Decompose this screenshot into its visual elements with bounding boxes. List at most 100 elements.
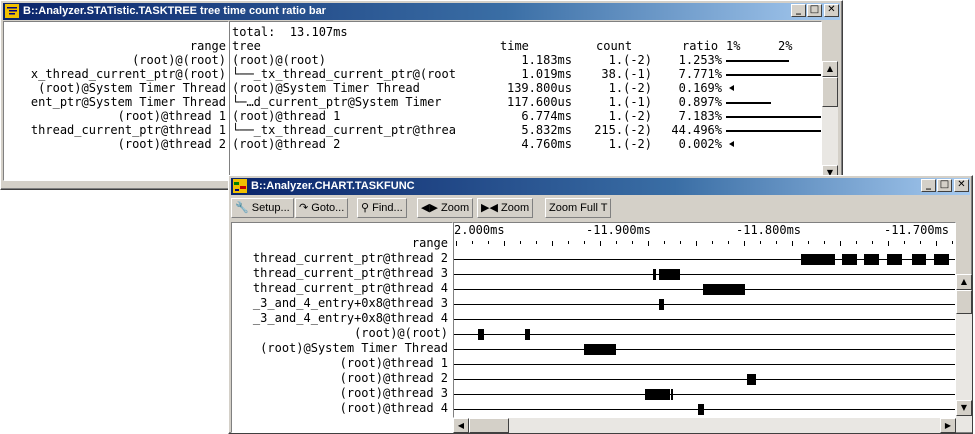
time-axis-tick (456, 241, 457, 246)
chart-segment[interactable] (524, 329, 531, 340)
stat-tree-cell[interactable]: └─…d_current_ptr@System Timer (232, 96, 442, 109)
time-axis-label: -11.800ms (736, 223, 802, 237)
chart-row-label[interactable]: thread_current_ptr@thread 3 (232, 267, 448, 280)
wrench-icon: 🔧 (235, 202, 249, 214)
maximize-button[interactable]: □ (937, 179, 952, 192)
chart-segment[interactable] (887, 254, 903, 265)
minimize-button[interactable]: _ (791, 4, 806, 17)
chart-segment[interactable] (584, 344, 616, 355)
stat-range-cell: (root)@System Timer Thread (38, 81, 226, 95)
stat-tree-cell[interactable]: (root)@thread 1 (232, 110, 340, 123)
scroll-left-button[interactable]: ◀ (453, 418, 469, 433)
stat-ratio-bar (726, 116, 821, 118)
chart-segment[interactable] (477, 329, 485, 340)
stat-ratio-bar (726, 74, 821, 76)
zoom-full-button[interactable]: Zoom Full T (545, 198, 612, 218)
minimize-button[interactable]: _ (921, 179, 936, 192)
stat-ratio-bar (726, 130, 821, 132)
zoom-in-button[interactable]: ◀▶ Zoom (417, 198, 474, 218)
time-axis-tick (760, 241, 761, 244)
chart-segment[interactable] (863, 254, 879, 265)
chart-row-label[interactable]: _3_and_4_entry+0x8@thread 3 (232, 297, 448, 310)
zoom-out-button[interactable]: ▶◀ Zoom (477, 198, 534, 218)
setup-button[interactable]: 🔧 Setup... (231, 198, 294, 218)
stat-ratio-cell: 0.169% (678, 81, 722, 95)
chart-segment[interactable] (653, 269, 657, 280)
stat-ratio-cell: 44.496% (671, 123, 722, 137)
chart-row-label[interactable]: thread_current_ptr@thread 2 (232, 252, 448, 265)
goto-arrow-icon: ↷ (299, 202, 309, 214)
hscroll-thumb[interactable] (469, 418, 509, 433)
goto-button[interactable]: ↷ Goto... (295, 198, 349, 218)
chart-segment[interactable] (912, 254, 926, 265)
chart-segment[interactable] (644, 389, 670, 400)
stat-vscrollbar[interactable]: ▲ ▼ (822, 61, 838, 181)
chart-segment[interactable] (658, 299, 665, 310)
stat-range-cell: x_thread_current_ptr@(root) (30, 67, 226, 81)
chart-toolbar: 🔧 Setup... ↷ Goto... ⚲ Find... ◀▶ Zoom ▶… (231, 198, 970, 218)
chart-segment[interactable] (934, 254, 950, 265)
time-axis-tick (728, 241, 729, 244)
time-axis-tick (520, 241, 521, 244)
close-button[interactable]: ✕ (824, 4, 839, 17)
find-button[interactable]: ⚲ Find... (357, 198, 407, 218)
scroll-up-button[interactable]: ▲ (956, 274, 972, 290)
chart-segment[interactable] (747, 374, 756, 385)
close-button[interactable]: ✕ (954, 179, 969, 192)
chart-segment[interactable] (697, 404, 705, 415)
window-app-icon (233, 179, 247, 193)
chart-row-label[interactable]: _3_and_4_entry+0x8@thread 4 (232, 312, 448, 325)
stat-header-ratio: ratio (682, 39, 719, 53)
chart-titlebar[interactable]: B::Analyzer.CHART.TASKFUNC _ □ ✕ (231, 178, 970, 195)
scroll-thumb[interactable] (822, 77, 838, 107)
stat-ratio-bar (726, 102, 771, 104)
window-app-icon (5, 4, 19, 18)
chart-hscrollbar[interactable]: ◀ ▶ (453, 418, 956, 433)
chart-row-label[interactable]: (root)@thread 1 (232, 357, 448, 370)
time-axis-tick (472, 241, 473, 244)
maximize-button[interactable]: □ (807, 4, 822, 17)
scroll-right-button[interactable]: ▶ (940, 418, 956, 433)
time-axis-tick (824, 241, 825, 244)
scroll-thumb[interactable] (956, 290, 972, 314)
scroll-down-button[interactable]: ▼ (956, 400, 972, 416)
chart-segment[interactable] (801, 254, 835, 265)
stat-time-cell: 1.183ms (521, 53, 572, 67)
stat-ratio-cell: 0.002% (678, 137, 722, 151)
chart-row-baseline (454, 274, 955, 275)
statistic-titlebar[interactable]: B::Analyzer.STATistic.TASKTREE tree time… (3, 3, 840, 20)
stat-range-header: range (189, 39, 226, 53)
statistic-title: B::Analyzer.STATistic.TASKTREE tree time… (23, 5, 326, 17)
chart-row-label[interactable]: (root)@(root) (232, 327, 448, 340)
stat-tree-cell[interactable]: (root)@System Timer Thread (232, 82, 420, 95)
stat-tree-cell[interactable]: (root)@(root) (232, 54, 326, 67)
chart-segment[interactable] (671, 389, 674, 400)
chart-row-baseline (454, 349, 955, 350)
chart-row-label[interactable]: (root)@System Timer Thread (232, 342, 448, 355)
time-axis-tick (600, 241, 601, 246)
time-axis-tick (712, 241, 713, 244)
chart-vscrollbar[interactable]: ▲ ▼ (956, 274, 972, 432)
scroll-up-button[interactable]: ▲ (822, 61, 838, 77)
time-axis-tick (888, 241, 889, 246)
chart-row-baseline (454, 259, 955, 260)
time-axis-tick (568, 241, 569, 244)
chart-segment[interactable] (703, 284, 745, 295)
time-axis-tick (872, 241, 873, 244)
stat-tree-cell[interactable]: └──_tx_thread_current_ptr@threa (232, 124, 456, 137)
stat-tree-cell[interactable]: └──_tx_thread_current_ptr@(root (232, 68, 456, 81)
chart-row-label[interactable]: (root)@thread 2 (232, 372, 448, 385)
stat-count-cell: 1.(-2) (608, 109, 652, 123)
time-axis-tick (776, 241, 777, 244)
chart-segment[interactable] (841, 254, 857, 265)
chart-row-label[interactable]: (root)@thread 3 (232, 387, 448, 400)
stat-ratio-cell: 7.183% (678, 109, 722, 123)
time-axis-tick (904, 241, 905, 244)
chart-row-baseline (454, 409, 955, 410)
chart-row-label[interactable]: thread_current_ptr@thread 4 (232, 282, 448, 295)
stat-tree-cell[interactable]: (root)@thread 2 (232, 138, 340, 151)
chart-segment[interactable] (658, 269, 680, 280)
chart-row-label[interactable]: (root)@thread 4 (232, 402, 448, 415)
statistic-window: B::Analyzer.STATistic.TASKTREE tree time… (0, 0, 843, 190)
time-axis-tick (632, 241, 633, 244)
